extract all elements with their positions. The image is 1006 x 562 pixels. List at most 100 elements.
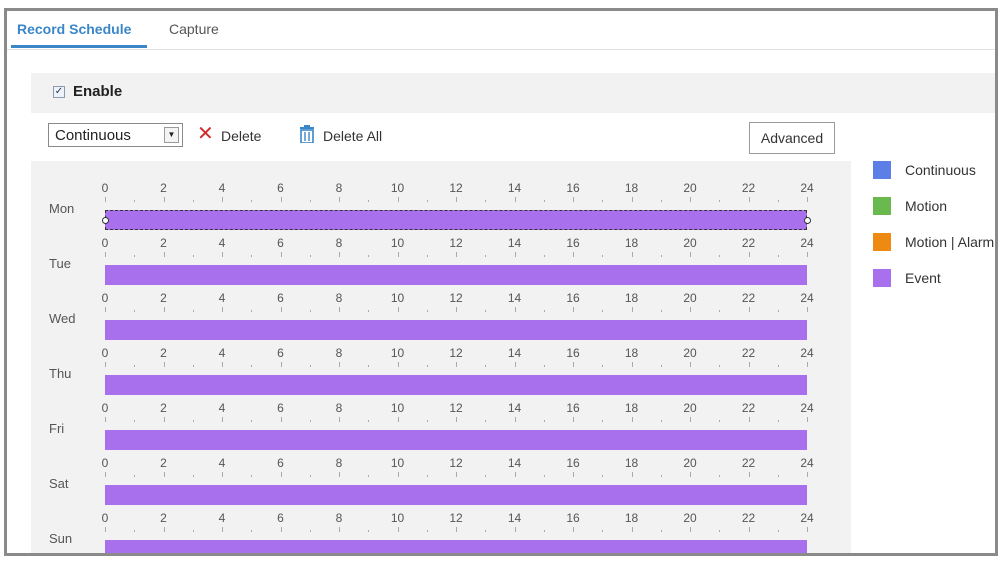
hour-tick bbox=[222, 197, 223, 202]
hour-tick bbox=[426, 255, 428, 257]
hour-tick bbox=[748, 362, 750, 367]
hour-tick bbox=[602, 530, 604, 532]
legend-label: Motion bbox=[905, 198, 948, 214]
hour-tick-label: 18 bbox=[624, 511, 639, 525]
hour-tick bbox=[602, 475, 604, 477]
hour-tick bbox=[602, 200, 604, 202]
hour-tick bbox=[719, 475, 721, 477]
delete-button[interactable]: Delete bbox=[221, 128, 261, 144]
tab-capture[interactable]: Capture bbox=[169, 21, 219, 37]
delete-all-button[interactable]: Delete All bbox=[323, 128, 382, 144]
hour-tick-label: 12 bbox=[449, 291, 463, 305]
hour-tick bbox=[690, 417, 691, 422]
hour-tick-label: 6 bbox=[277, 456, 284, 470]
hour-tick bbox=[280, 472, 282, 477]
hour-tick-label: 10 bbox=[390, 346, 405, 360]
schedule-type-select[interactable]: Continuous ▼ bbox=[48, 123, 183, 147]
advanced-button[interactable]: Advanced bbox=[749, 122, 835, 154]
hour-tick bbox=[339, 472, 340, 477]
hour-tick bbox=[339, 197, 340, 202]
hour-tick-label: 0 bbox=[101, 291, 109, 305]
hour-tick bbox=[485, 310, 487, 312]
hour-tick bbox=[134, 420, 136, 422]
hour-tick bbox=[485, 365, 487, 367]
hour-tick-label: 22 bbox=[741, 456, 756, 470]
hour-tick bbox=[602, 420, 604, 422]
enable-checkbox[interactable]: ✓ bbox=[53, 86, 65, 98]
hour-tick bbox=[251, 200, 253, 202]
hour-tick bbox=[339, 362, 340, 367]
trash-icon[interactable] bbox=[299, 125, 315, 143]
hour-tick-label: 4 bbox=[218, 511, 226, 525]
hour-tick bbox=[631, 362, 633, 367]
hour-tick bbox=[280, 252, 282, 257]
hour-tick bbox=[192, 420, 194, 422]
day-label: Wed bbox=[49, 311, 76, 326]
hour-tick-label: 24 bbox=[800, 346, 814, 360]
hour-tick bbox=[134, 475, 136, 477]
chevron-down-icon[interactable]: ▼ bbox=[164, 127, 179, 143]
hour-tick-label: 14 bbox=[507, 401, 522, 415]
hour-tick bbox=[368, 365, 370, 367]
legend-swatch bbox=[873, 197, 891, 215]
hour-tick bbox=[192, 255, 194, 257]
hour-tick bbox=[777, 365, 779, 367]
hour-tick bbox=[660, 475, 662, 477]
hour-tick bbox=[631, 417, 633, 422]
hour-tick bbox=[777, 420, 779, 422]
hour-tick-label: 4 bbox=[218, 401, 226, 415]
hour-tick bbox=[690, 307, 691, 312]
hour-tick-label: 12 bbox=[449, 401, 463, 415]
hour-tick-label: 24 bbox=[800, 291, 814, 305]
hour-tick bbox=[105, 527, 106, 532]
hour-tick bbox=[339, 252, 340, 257]
legend-swatch bbox=[873, 233, 891, 251]
delete-icon[interactable]: ✕ bbox=[197, 123, 214, 145]
hour-tick-label: 20 bbox=[683, 236, 697, 250]
schedule-bar[interactable] bbox=[105, 540, 807, 553]
hour-tick bbox=[631, 527, 633, 532]
tab-record-schedule[interactable]: Record Schedule bbox=[17, 21, 131, 37]
hour-tick bbox=[719, 255, 721, 257]
hour-tick-label: 18 bbox=[624, 236, 639, 250]
hour-tick bbox=[514, 527, 516, 532]
hour-tick bbox=[105, 417, 106, 422]
hour-tick bbox=[485, 255, 487, 257]
record-schedule-panel: Record Schedule Capture ✓ Enable Continu… bbox=[4, 8, 998, 556]
hour-tick bbox=[222, 417, 223, 422]
hour-tick bbox=[602, 365, 604, 367]
hour-tick bbox=[719, 310, 721, 312]
hour-tick bbox=[251, 530, 253, 532]
hour-tick bbox=[485, 475, 487, 477]
hour-tick-label: 24 bbox=[800, 236, 814, 250]
hour-tick bbox=[105, 362, 106, 367]
hour-tick bbox=[368, 255, 370, 257]
hour-tick bbox=[631, 307, 633, 312]
hour-tick-label: 18 bbox=[624, 291, 639, 305]
hour-tick-label: 6 bbox=[277, 401, 284, 415]
day-label: Fri bbox=[49, 421, 65, 436]
hour-tick-label: 22 bbox=[741, 346, 756, 360]
day-label: Sun bbox=[49, 531, 73, 546]
hour-tick-label: 16 bbox=[566, 291, 580, 305]
hour-tick bbox=[719, 365, 721, 367]
hour-tick bbox=[397, 362, 399, 367]
enable-bar: ✓ Enable bbox=[31, 73, 995, 113]
hour-tick bbox=[456, 252, 457, 257]
hour-tick bbox=[309, 475, 311, 477]
hour-tick-label: 4 bbox=[218, 236, 226, 250]
hour-tick bbox=[280, 527, 282, 532]
hour-tick-label: 14 bbox=[507, 291, 522, 305]
hour-tick-label: 12 bbox=[449, 236, 463, 250]
hour-tick bbox=[777, 475, 779, 477]
hour-tick-label: 20 bbox=[683, 181, 697, 195]
hour-tick bbox=[309, 365, 311, 367]
hour-tick bbox=[251, 365, 253, 367]
hour-tick bbox=[309, 255, 311, 257]
hour-tick-label: 10 bbox=[390, 456, 405, 470]
hour-tick bbox=[339, 527, 340, 532]
schedule-row: Fri 0 2 4 6 8 10 12 14 16 18 20 22 24 bbox=[31, 381, 851, 450]
hour-tick bbox=[631, 252, 633, 257]
hour-tick-label: 14 bbox=[507, 456, 522, 470]
hour-tick bbox=[163, 362, 165, 367]
